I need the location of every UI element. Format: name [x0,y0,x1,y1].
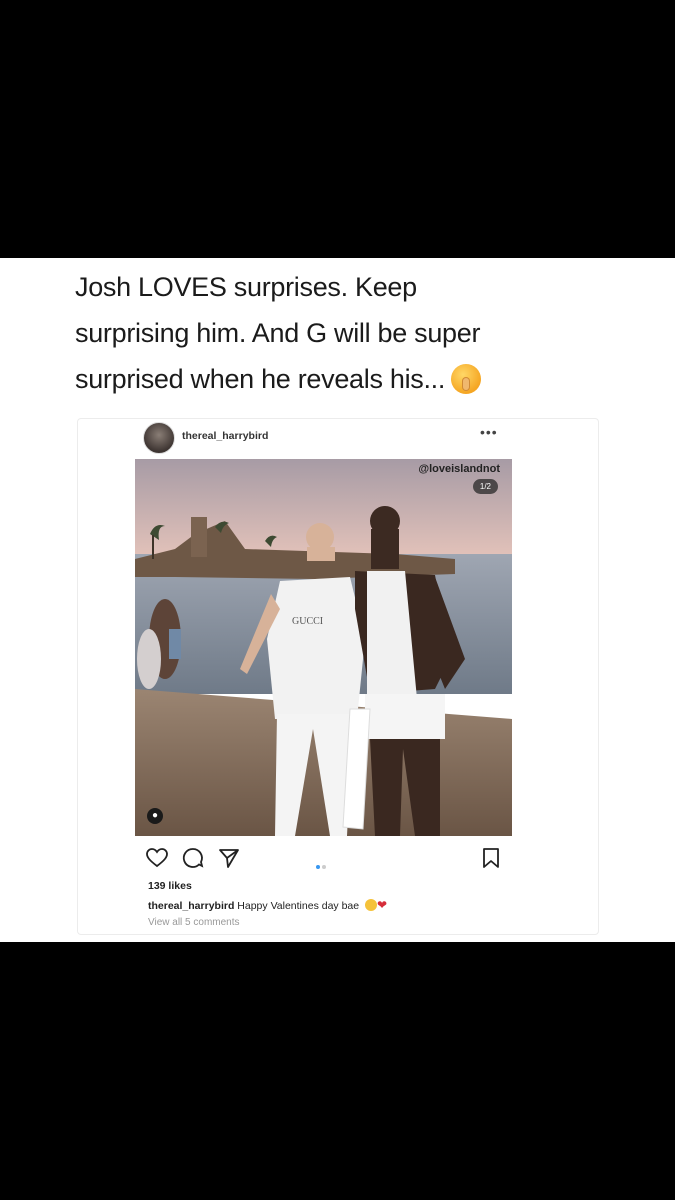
action-bar [145,846,505,872]
tweet-line-2: surprising him. And G will be super [75,318,481,348]
shushing-face-emoji-icon [451,364,482,394]
share-icon[interactable] [217,846,241,875]
tweet-line-3: surprised when he reveals his... [75,356,635,402]
more-dots-icon[interactable]: ••• [480,424,498,440]
avatar[interactable] [143,422,175,454]
tweet-line-1: Josh LOVES surprises. Keep [75,272,417,302]
post-photo[interactable]: GUCCI @loveislandnot 1/2 ● [135,459,512,836]
instagram-header: thereal_harrybird ••• [143,422,503,454]
emoji-icon [365,899,378,911]
tweet-text: Josh LOVES surprises. Keep surprising hi… [75,264,635,402]
caption-text: Happy Valentines day bae [237,900,360,912]
view-comments-link[interactable]: View all 5 comments [148,917,240,928]
shirt-text: GUCCI [292,616,323,627]
carousel-counter: 1/2 [472,479,498,494]
user-tag-icon[interactable]: ● [147,808,163,824]
heart-icon[interactable] [145,846,169,875]
beach-photo: GUCCI [135,459,512,836]
bookmark-icon[interactable] [479,846,503,875]
post-caption: thereal_harrybird Happy Valentines day b… [148,898,387,912]
comment-icon[interactable] [181,846,205,875]
likes-count[interactable]: 139 likes [148,880,192,892]
post-username[interactable]: thereal_harrybird [182,430,268,442]
watermark: @loveislandnot [418,463,500,475]
red-heart-icon: ❤ [377,898,388,912]
caption-username[interactable]: thereal_harrybird [148,900,234,912]
carousel-dots [316,856,328,874]
